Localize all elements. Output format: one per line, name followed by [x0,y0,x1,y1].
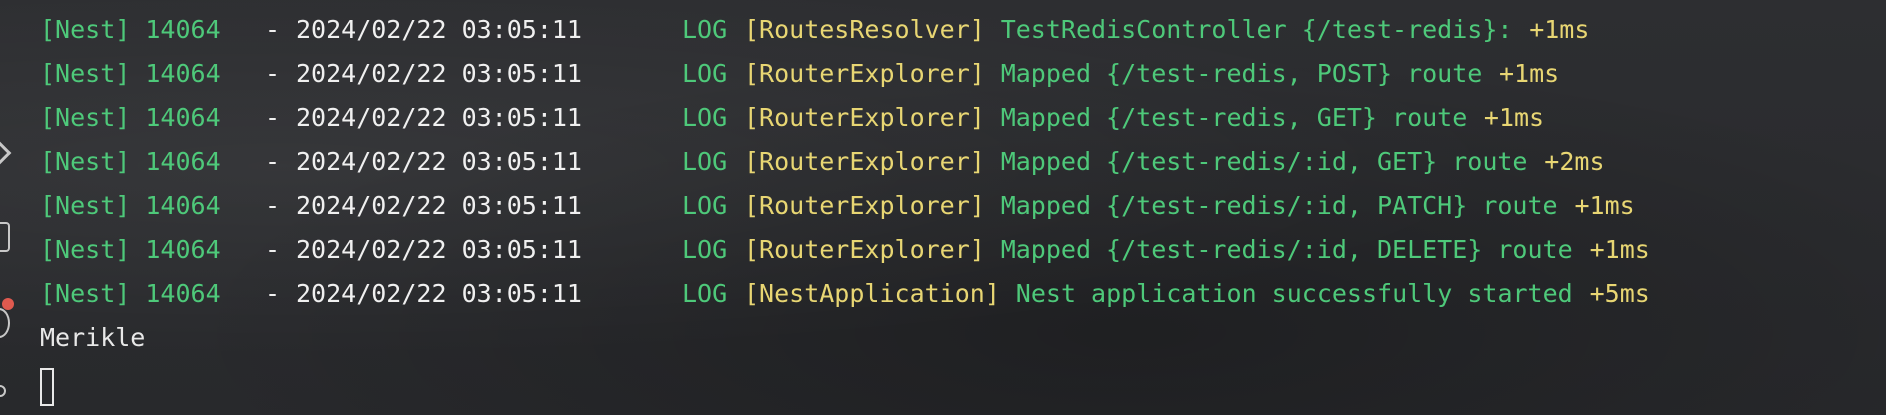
log-context: [NestApplication] [744,279,1000,308]
link-icon[interactable] [0,385,6,397]
terminal-box-icon[interactable] [0,222,10,252]
record-dot-icon[interactable] [2,298,14,310]
log-timestamp: 2024/02/22 03:05:11 [296,235,582,264]
log-timestamp: 2024/02/22 03:05:11 [296,279,582,308]
log-context: [RoutesResolver] [744,15,985,44]
log-dash: - [265,15,281,44]
log-dash: - [265,103,281,132]
log-timestamp: 2024/02/22 03:05:11 [296,103,582,132]
log-context: [RouterExplorer] [744,59,985,88]
log-timestamp: 2024/02/22 03:05:11 [296,147,582,176]
log-line: [Nest] 14064 -2024/02/22 03:05:11 LOG [Rout… [40,140,1886,184]
log-message: TestRedisController {/test-redis}: [1000,15,1513,44]
log-dash: - [265,59,281,88]
log-line: [Nest] 14064 -2024/02/22 03:05:11 LOG [Rout… [40,96,1886,140]
terminal-output-text: Merikle [40,323,146,352]
log-timing: +1ms [1529,15,1590,44]
log-message: Mapped {/test-redis, GET} route [1000,103,1468,132]
chevron-right-icon[interactable] [0,141,12,165]
activity-sidebar [0,0,22,415]
log-timing: +1ms [1483,103,1545,132]
log-timing: +1ms [1574,191,1635,220]
log-dash: - [265,279,281,308]
terminal-cursor [40,368,54,406]
log-app-pid: [Nest] 14064 [40,15,221,44]
log-app-pid: [Nest] 14064 [40,103,221,132]
log-level: LOG [682,279,728,308]
log-line: [Nest] 14064 -2024/02/22 03:05:11 LOG [Rout… [40,8,1886,52]
log-timing: +2ms [1544,147,1605,176]
log-message: Mapped {/test-redis/:id, PATCH} route [1000,191,1558,220]
log-dash: - [265,147,281,176]
log-dash: - [265,191,281,220]
log-app-pid: [Nest] 14064 [40,191,221,220]
log-message: Mapped {/test-redis/:id, DELETE} route [1000,235,1573,264]
log-message: Mapped {/test-redis, POST} route [1000,59,1483,88]
log-timing: +1ms [1499,59,1560,88]
log-level: LOG [682,15,728,44]
log-line: [Nest] 14064 -2024/02/22 03:05:11 LOG [Rout… [40,184,1886,228]
log-app-pid: [Nest] 14064 [40,235,221,264]
log-line: [Nest] 14064 -2024/02/22 03:05:11 LOG [Nest… [40,272,1886,316]
log-level: LOG [682,235,728,264]
log-app-pid: [Nest] 14064 [40,59,221,88]
log-timing: +5ms [1589,279,1650,308]
log-context: [RouterExplorer] [744,235,985,264]
log-app-pid: [Nest] 14064 [40,147,221,176]
log-message: Mapped {/test-redis/:id, GET} route [1000,147,1528,176]
log-level: LOG [682,59,728,88]
log-timestamp: 2024/02/22 03:05:11 [296,59,582,88]
log-lines: [Nest] 14064-2024/02/22 03:05:11 LOG [Rout… [40,8,1886,316]
log-level: LOG [682,103,728,132]
terminal-output[interactable]: [Nest] 14064-2024/02/22 03:05:11 LOG [Rout… [40,8,1886,406]
prompt-line[interactable] [40,360,1886,406]
log-level: LOG [682,147,728,176]
log-dash: - [265,235,281,264]
arc-icon[interactable] [0,308,10,338]
log-context: [RouterExplorer] [744,191,985,220]
log-message: Nest application successfully started [1015,279,1573,308]
log-timestamp: 2024/02/22 03:05:11 [296,191,582,220]
log-context: [RouterExplorer] [744,103,985,132]
log-line: [Nest] 14064 -2024/02/22 03:05:11 LOG [Rout… [40,52,1886,96]
log-timestamp: 2024/02/22 03:05:11 [296,15,582,44]
log-line: [Nest] 14064 -2024/02/22 03:05:11 LOG [Rout… [40,228,1886,272]
log-context: [RouterExplorer] [744,147,985,176]
log-level: LOG [682,191,728,220]
log-timing: +1ms [1589,235,1650,264]
log-app-pid: [Nest] 14064 [40,279,221,308]
